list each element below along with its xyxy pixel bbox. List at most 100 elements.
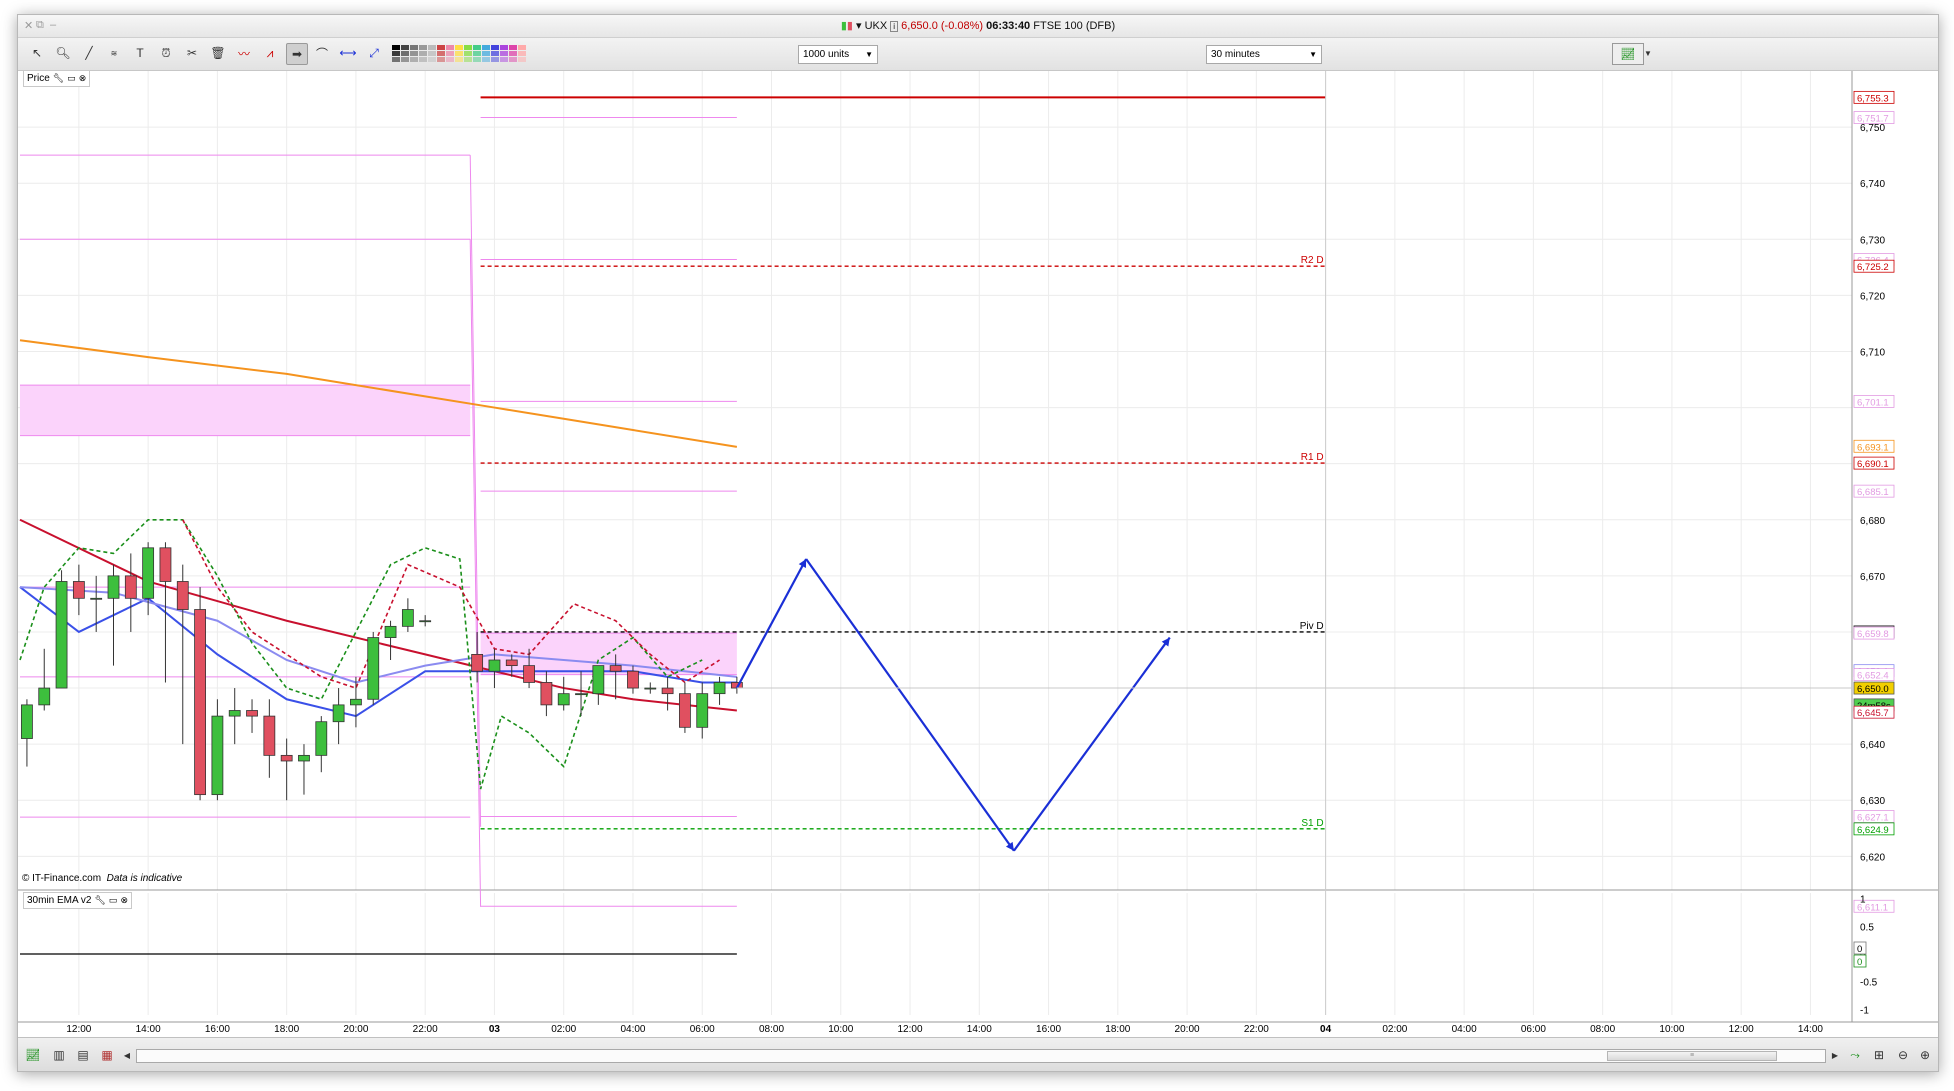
candle-body [644, 687, 657, 690]
candle-body [246, 710, 258, 717]
indicator-value-label: 0 [1857, 944, 1862, 955]
indicator-axis-tick-label: -1 [1860, 1005, 1869, 1016]
indicator-panel-label: 30min EMA v2 [27, 895, 92, 906]
y-axis-tick-label: 6,740 [1860, 179, 1885, 190]
price-label-text: 6,685.1 [1857, 487, 1889, 498]
x-axis-tick-label: 12:00 [898, 1024, 923, 1035]
candle-body [280, 754, 293, 762]
candle-body [488, 659, 501, 672]
candle-body [142, 547, 155, 599]
template-icon[interactable]: ▤ [74, 1046, 92, 1064]
x-axis-tick-label: 04:00 [1452, 1024, 1477, 1035]
panel-window-icon[interactable]: ▭ [109, 893, 118, 908]
candle-body [401, 609, 414, 627]
candle-body [471, 653, 484, 672]
candle-body [228, 710, 241, 717]
candle-body [38, 687, 51, 706]
panel-window-icon[interactable]: ▭ [67, 71, 76, 86]
x-axis-tick-label: 20:00 [1175, 1024, 1200, 1035]
price-label-text: 6,690.1 [1857, 459, 1889, 470]
price-label-text: 6,650.0 [1857, 684, 1889, 695]
scroll-left-icon[interactable]: ◀ [118, 1046, 136, 1064]
data-source-watermark: © IT-Finance.com Data is indicative [22, 873, 182, 884]
horizontal-scrollbar[interactable]: ≡ [136, 1049, 1826, 1063]
candle-body [592, 665, 605, 695]
pivot-label: Piv D [1300, 621, 1324, 632]
candle-body [540, 682, 553, 706]
candle-body [575, 693, 587, 696]
x-axis-tick-label: 16:00 [205, 1024, 230, 1035]
zoom-in-icon[interactable]: ⊕ [1916, 1046, 1934, 1064]
x-axis-tick-label: 18:00 [1105, 1024, 1130, 1035]
candle-body [176, 581, 189, 610]
scroll-right-icon[interactable]: ▶ [1826, 1046, 1844, 1064]
candle-body [332, 704, 345, 723]
wrench-icon[interactable]: 🔧︎ [53, 71, 64, 86]
candle-body [367, 637, 380, 700]
candle-body [55, 581, 68, 689]
scrollbar-thumb[interactable]: ≡ [1607, 1051, 1777, 1061]
y-axis-tick-label: 6,720 [1860, 291, 1885, 302]
price-label-text: 6,755.3 [1857, 93, 1889, 104]
y-axis-tick-label: 6,670 [1860, 572, 1885, 583]
candle-body [419, 620, 432, 623]
zoom-fit-icon[interactable]: ⊞ [1870, 1046, 1888, 1064]
x-axis-tick-label: 03 [489, 1024, 501, 1035]
price-label-text: 6,693.1 [1857, 442, 1889, 453]
x-axis-tick-label: 20:00 [343, 1024, 368, 1035]
price-label-text: 6,652.4 [1857, 671, 1889, 682]
watermark-source: © IT-Finance.com [22, 873, 102, 884]
x-axis-tick-label: 06:00 [1521, 1024, 1546, 1035]
x-axis-tick-label: 08:00 [1590, 1024, 1615, 1035]
x-axis-tick-label: 02:00 [551, 1024, 576, 1035]
add-indicator-icon[interactable]: 📈︎ [24, 1046, 42, 1064]
envelope-drop-line [469, 239, 482, 907]
candle-body [609, 665, 622, 672]
wrench-icon[interactable]: 🔧︎ [94, 893, 105, 908]
x-axis-tick-label: 22:00 [413, 1024, 438, 1035]
indicator-value-label: 0 [1857, 957, 1862, 968]
x-axis-tick-label: 12:00 [66, 1024, 91, 1035]
y-axis-tick-label: 6,620 [1860, 852, 1885, 863]
candle-body [90, 597, 103, 600]
x-axis-tick-label: 16:00 [1036, 1024, 1061, 1035]
price-label-text: 6,659.8 [1857, 629, 1889, 640]
bottom-bar: 📈︎ ▥ ▤ ▦ ◀ ≡ ▶ ⤳ ⊞ ⊖ ⊕ [18, 1037, 1938, 1071]
candle-body [107, 575, 120, 599]
auto-scale-icon[interactable]: ⤳ [1846, 1046, 1864, 1064]
close-panel-icon[interactable]: ⊗ [79, 71, 87, 86]
price-chart[interactable]: R2 D R1 D Piv D S1 D 6,750 6,740 6,730 6,720 6,7… [18, 15, 1938, 1071]
candle-body [72, 581, 85, 599]
x-axis-tick-label: 14:00 [136, 1024, 161, 1035]
zoom-out-icon[interactable]: ⊖ [1894, 1046, 1912, 1064]
watermark-note: Data is indicative [106, 873, 183, 884]
indicator-axis-tick-label: -0.5 [1860, 978, 1878, 989]
price-label-text: 6,624.9 [1857, 825, 1889, 836]
x-axis-tick-label: 02:00 [1382, 1024, 1407, 1035]
x-axis-tick-label: 08:00 [759, 1024, 784, 1035]
candle-body [159, 547, 172, 582]
price-panel-tag: Price 🔧︎ ▭ ⊗ [23, 70, 91, 87]
indicator-axis-tick-label: 1 [1860, 895, 1866, 906]
chart-window: ✕ ⧉ – ▮▮ ▾ UKX i 6,650.0 (-0.08%) 06:33:… [17, 14, 1939, 1072]
pivot-label: S1 D [1301, 818, 1323, 829]
candle-body [21, 704, 33, 739]
x-axis-tick-label: 10:00 [828, 1024, 853, 1035]
close-panel-icon[interactable]: ⊗ [120, 893, 128, 908]
candle-body [627, 670, 639, 689]
candle-body [557, 693, 570, 706]
indicator-axis-tick-label: 0.5 [1860, 922, 1874, 933]
candle-body [384, 625, 397, 638]
x-axis-tick-label: 22:00 [1244, 1024, 1269, 1035]
candle-body [194, 609, 206, 796]
candle-body [124, 575, 137, 599]
candle-body [315, 721, 328, 756]
price-label-text: 6,725.2 [1857, 262, 1889, 273]
x-axis-tick-label: 14:00 [1798, 1024, 1823, 1035]
pivot-label: R2 D [1301, 255, 1324, 266]
candle-body [661, 687, 674, 695]
pivot-label: R1 D [1301, 452, 1324, 463]
bar-settings-icon[interactable]: ▥ [50, 1046, 68, 1064]
x-axis-tick-label: 06:00 [690, 1024, 715, 1035]
saved-templates-icon[interactable]: ▦ [98, 1046, 116, 1064]
